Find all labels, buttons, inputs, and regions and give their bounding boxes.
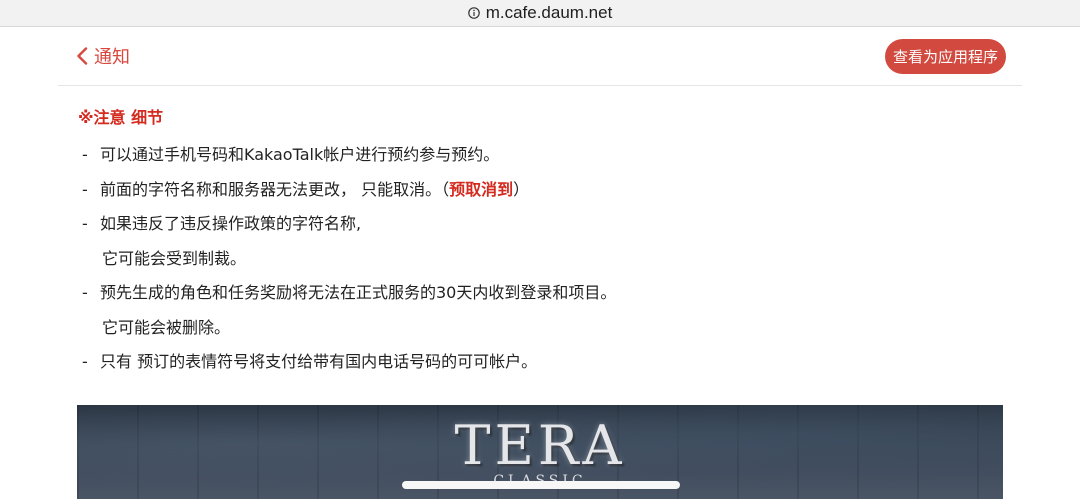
list-item: - 如果违反了违反操作政策的字符名称, bbox=[78, 207, 1008, 242]
list-dash: - bbox=[82, 283, 88, 302]
list-item: - 前面的字符名称和服务器无法更改， 只能取消。（预取消到） bbox=[78, 173, 1008, 208]
notice-title: ※注意 细节 bbox=[78, 108, 164, 127]
view-as-app-button[interactable]: 查看为应用程序 bbox=[884, 39, 1006, 74]
list-dash: - bbox=[82, 214, 88, 233]
list-dash: - bbox=[82, 352, 88, 371]
chevron-left-icon bbox=[76, 47, 88, 65]
list-item-text: 预先生成的角色和任务奖励将无法在正式服务的30天内收到登录和项目。 bbox=[100, 283, 617, 302]
list-item: - 预先生成的角色和任务奖励将无法在正式服务的30天内收到登录和项目。 bbox=[78, 276, 1008, 311]
list-item-text-after: ） bbox=[513, 179, 530, 199]
list-item-text: 只有 预订的表情符号将支付给带有国内电话号码的可可帐户。 bbox=[100, 352, 538, 371]
address-bar[interactable]: m.cafe.daum.net bbox=[0, 0, 1080, 27]
list-item-continuation-text: 它可能会受到制裁。 bbox=[102, 248, 247, 268]
list-item: - 只有 预订的表情符号将支付给带有国内电话号码的可可帐户。 bbox=[78, 345, 1008, 380]
list-item-continuation: 它可能会被删除。 bbox=[78, 311, 1008, 346]
page-header: 通知 查看为应用程序 bbox=[58, 27, 1022, 86]
list-dash: - bbox=[82, 179, 88, 199]
notice-list: - 可以通过手机号码和KakaoTalk帐户进行预约参与预约。 - 前面的字符名称和… bbox=[78, 138, 1008, 380]
home-indicator[interactable] bbox=[402, 481, 680, 489]
list-item: - 可以通过手机号码和KakaoTalk帐户进行预约参与预约。 bbox=[78, 138, 1008, 173]
list-dash: - bbox=[82, 145, 88, 164]
list-item-continuation: 它可能会受到制裁。 bbox=[78, 242, 1008, 277]
url-text[interactable]: m.cafe.daum.net bbox=[486, 3, 613, 23]
list-item-text: 前面的字符名称和服务器无法更改， 只能取消。（ bbox=[100, 179, 450, 199]
back-label: 通知 bbox=[94, 47, 130, 68]
info-circle-icon[interactable] bbox=[467, 7, 480, 19]
list-item-continuation-text: 它可能会被删除。 bbox=[102, 317, 231, 337]
back-button[interactable]: 通知 bbox=[76, 43, 130, 69]
notice-content: ※注意 细节 - 可以通过手机号码和KakaoTalk帐户进行预约参与预约。 -前… bbox=[78, 104, 1008, 380]
list-item-text: 如果违反了违反操作政策的字符名称, bbox=[100, 214, 362, 233]
list-item-text: 可以通过手机号码和KakaoTalk帐户进行预约参与预约。 bbox=[100, 145, 500, 164]
tera-logo: TERA bbox=[454, 414, 626, 477]
pre-cancel-highlight: 预取消到 bbox=[449, 179, 514, 199]
